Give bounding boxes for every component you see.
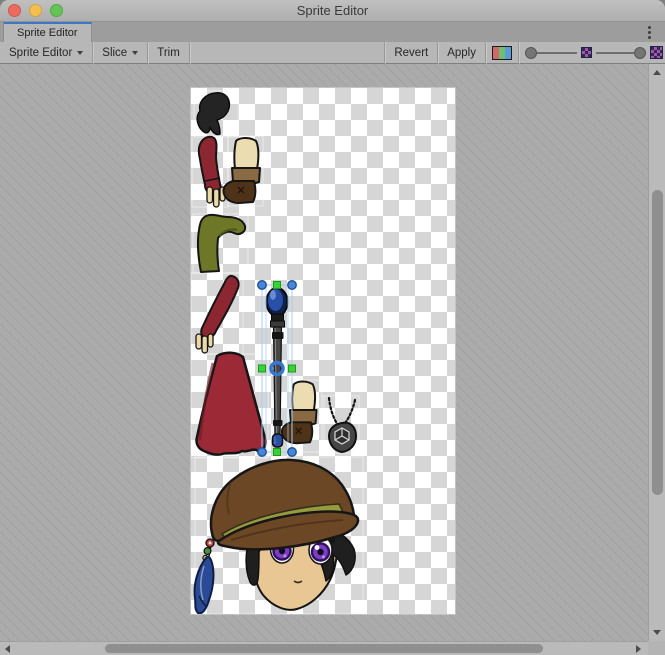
edge-handle-left[interactable]: [259, 365, 266, 372]
toolbar-separator: [189, 42, 190, 64]
witch-hat: [211, 460, 358, 549]
trim-label: Trim: [157, 47, 180, 59]
revert-label: Revert: [394, 47, 428, 59]
slice-dropdown[interactable]: Slice: [93, 42, 147, 64]
vertical-scrollbar-thumb[interactable]: [652, 190, 663, 495]
tab-bar: Sprite Editor: [0, 22, 665, 42]
sprite-boot-2[interactable]: [282, 382, 317, 444]
chevron-down-icon: [132, 51, 138, 55]
minimize-button[interactable]: [29, 4, 42, 17]
horizontal-scrollbar[interactable]: [0, 641, 648, 655]
titlebar: Sprite Editor: [0, 0, 665, 22]
sprite-amulet-necklace[interactable]: [329, 398, 356, 452]
hat-charm: [195, 539, 214, 613]
sprite-editor-mode-dropdown[interactable]: Sprite Editor: [0, 42, 92, 64]
toolbar-right-group: Revert Apply: [384, 42, 665, 64]
sprite-arm-with-hand-2[interactable]: [196, 276, 239, 353]
scroll-left-arrow-icon[interactable]: [5, 645, 10, 653]
horizontal-scrollbar-thumb[interactable]: [105, 644, 543, 653]
toolbar-separator: [518, 42, 519, 64]
sprite-hair-tuft[interactable]: [197, 93, 229, 135]
zoom-button[interactable]: [50, 4, 63, 17]
sprite-scarf[interactable]: [198, 215, 245, 272]
chevron-down-icon: [77, 51, 83, 55]
zoom-slider[interactable]: [525, 42, 577, 64]
scrollbar-corner: [648, 641, 665, 655]
mip-slider[interactable]: [596, 42, 646, 64]
apply-button[interactable]: Apply: [438, 42, 485, 64]
mipmap-large-icon: [650, 46, 663, 59]
tab-label: Sprite Editor: [17, 27, 78, 39]
sprite-sheet-texture[interactable]: [191, 88, 455, 614]
revert-button[interactable]: Revert: [385, 42, 437, 64]
slice-label: Slice: [102, 47, 127, 59]
sprite-arm-with-hand[interactable]: [199, 137, 225, 207]
scroll-up-arrow-icon[interactable]: [653, 70, 661, 75]
mipmap-small-icon: [581, 47, 592, 58]
corner-handle-top-right[interactable]: [288, 281, 296, 289]
blue-stripe-icon: [505, 47, 511, 59]
trim-button[interactable]: Trim: [148, 42, 189, 64]
edge-handle-top[interactable]: [274, 282, 281, 289]
toolbar: Sprite Editor Slice Trim Revert Apply: [0, 42, 665, 64]
corner-handle-bottom-right[interactable]: [288, 448, 296, 456]
vertical-scrollbar[interactable]: [648, 64, 665, 641]
sprite-head-with-witch-hat[interactable]: [195, 460, 359, 613]
sprite-editor-window: Sprite Editor Sprite Editor Sprite Edito…: [0, 0, 665, 655]
edge-handle-bottom[interactable]: [274, 449, 281, 456]
tab-sprite-editor[interactable]: Sprite Editor: [3, 22, 92, 42]
scroll-right-arrow-icon[interactable]: [636, 645, 641, 653]
sprite-canvas[interactable]: [0, 64, 648, 641]
toolbar-separator: [485, 42, 486, 64]
apply-label: Apply: [447, 47, 476, 59]
window-title: Sprite Editor: [297, 3, 369, 18]
sprite-editor-mode-label: Sprite Editor: [9, 47, 72, 59]
traffic-lights: [8, 4, 63, 17]
corner-handle-bottom-left[interactable]: [258, 448, 266, 456]
edge-handle-right[interactable]: [289, 365, 296, 372]
rgb-alpha-toggle-button[interactable]: [492, 46, 512, 60]
mip-slider-knob[interactable]: [634, 47, 646, 59]
sprite-boot[interactable]: [223, 138, 260, 203]
corner-handle-top-left[interactable]: [258, 281, 266, 289]
sprite-sheet-drawing: [191, 88, 455, 614]
close-button[interactable]: [8, 4, 21, 17]
kebab-menu-icon[interactable]: [648, 31, 651, 34]
sprite-skirt[interactable]: [196, 353, 265, 455]
zoom-slider-knob[interactable]: [525, 47, 537, 59]
scroll-down-arrow-icon[interactable]: [653, 630, 661, 635]
